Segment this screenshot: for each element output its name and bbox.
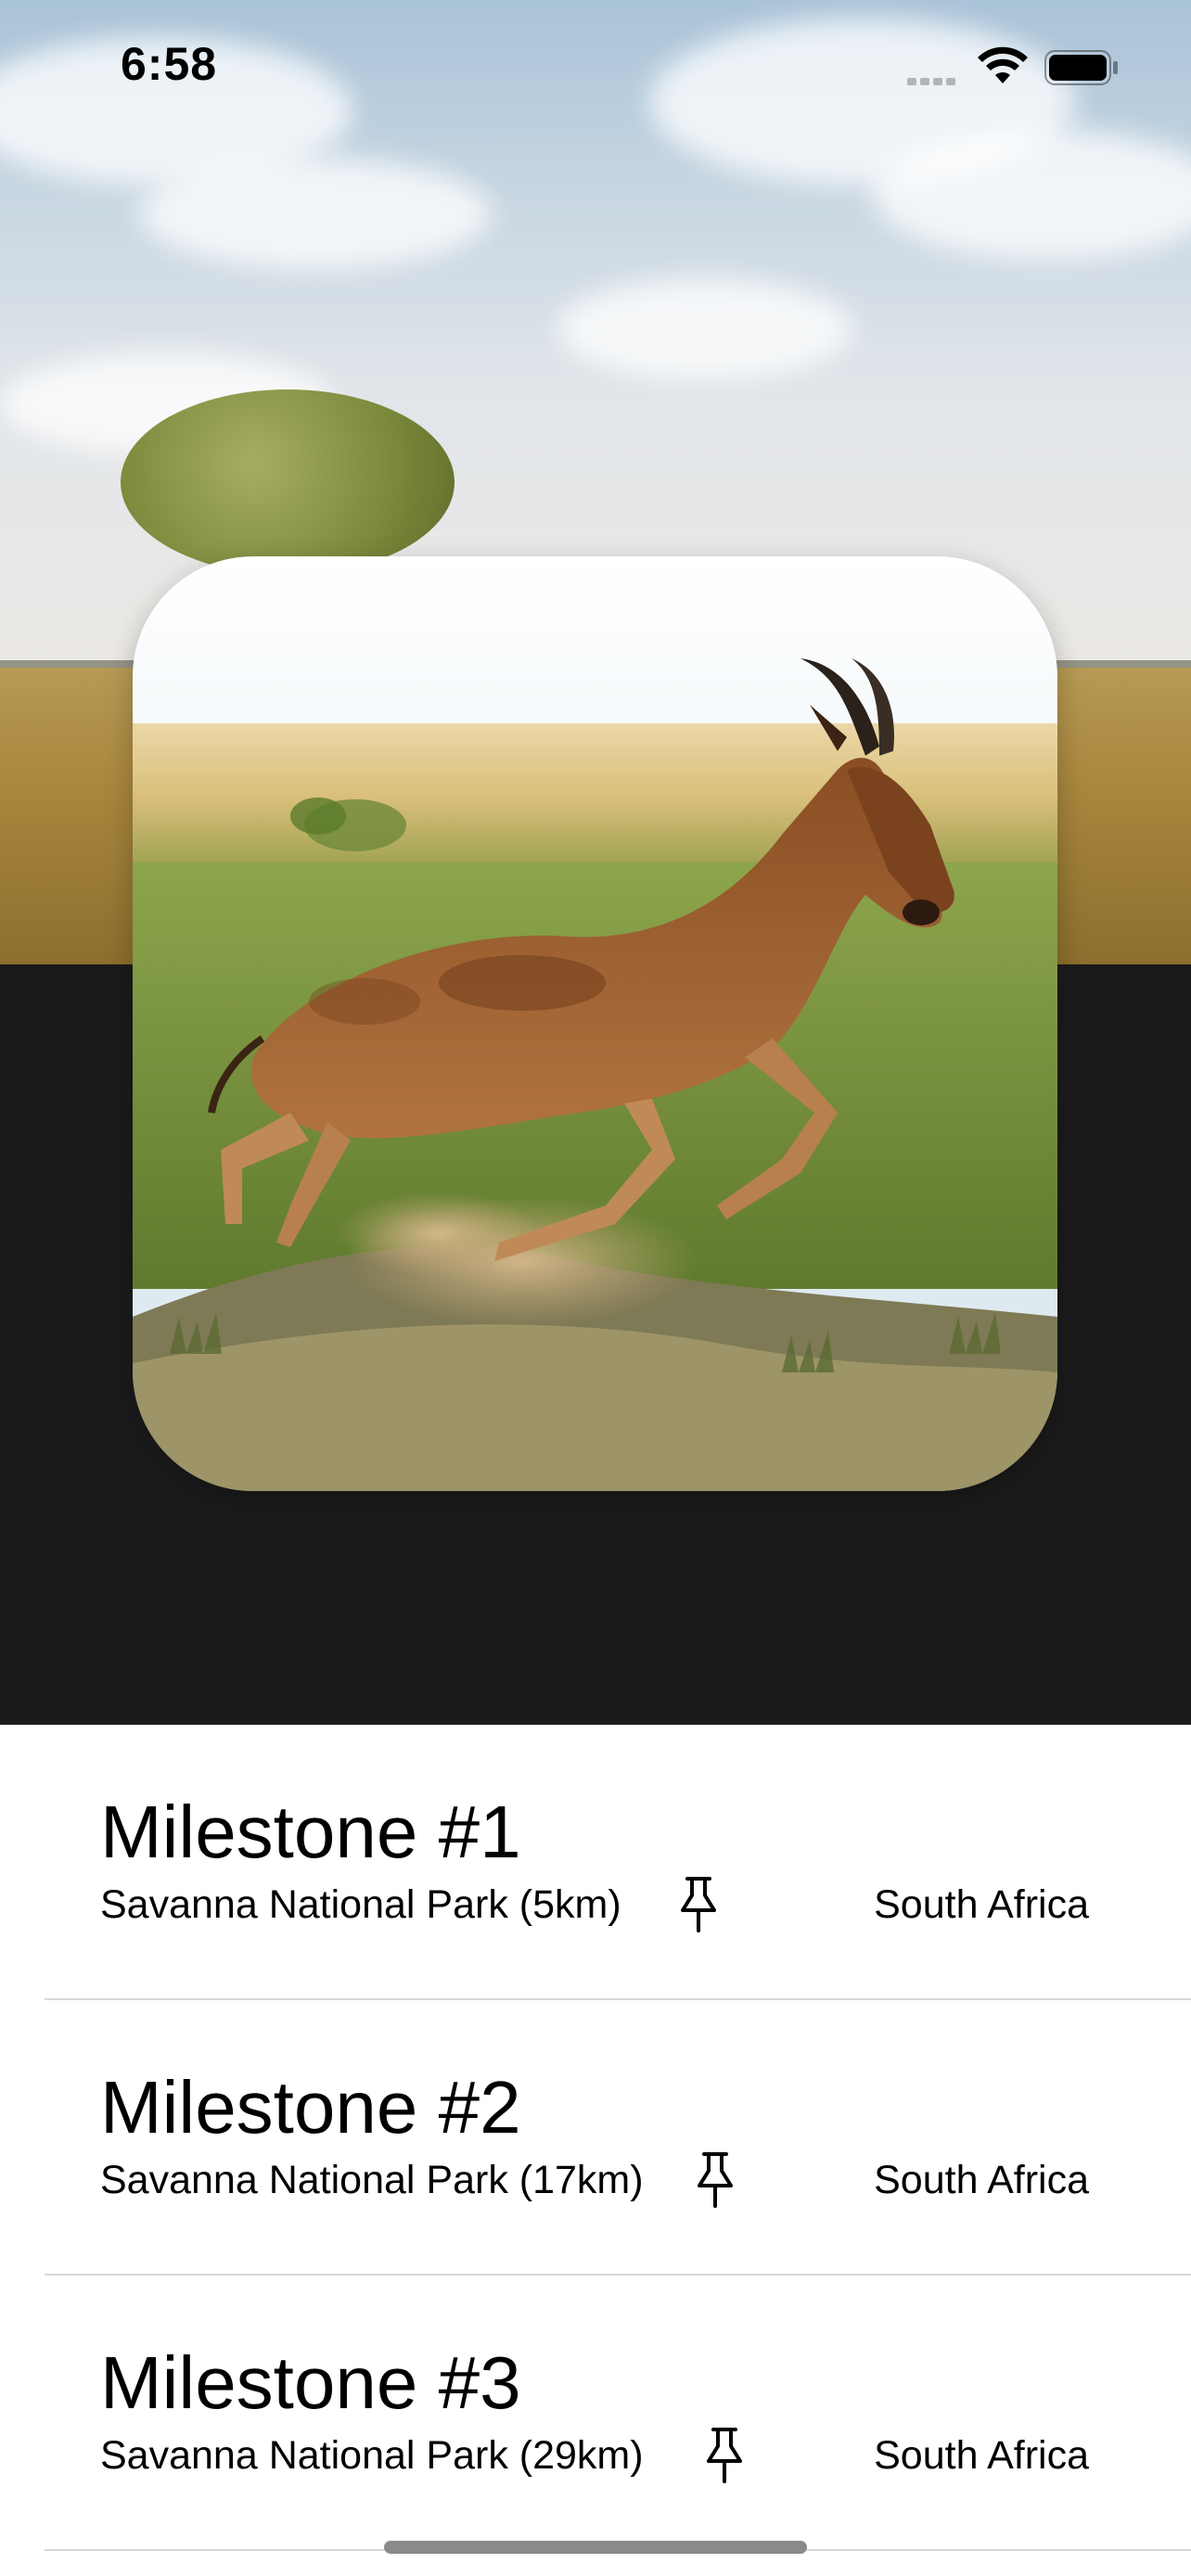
pin-icon[interactable]: [694, 2150, 736, 2208]
featured-image-card[interactable]: [133, 556, 1057, 1491]
milestone-row-2[interactable]: Milestone #2 Savanna National Park (17km…: [0, 2000, 1191, 2276]
milestone-title: Milestone #3: [100, 2341, 521, 2424]
milestone-country: South Africa: [874, 2433, 1089, 2478]
status-bar: 6:58: [0, 0, 1191, 130]
milestone-row-1[interactable]: Milestone #1 Savanna National Park (5km)…: [0, 1725, 1191, 2000]
milestones-screen: 6:58 Milestone #1 Savanna National Park …: [0, 0, 1191, 2576]
battery-full-icon: [1044, 50, 1118, 85]
cloud: [139, 158, 492, 269]
milestone-location: Savanna National Park (29km): [100, 2433, 644, 2478]
home-indicator[interactable]: [384, 2541, 807, 2554]
milestone-title: Milestone #2: [100, 2066, 521, 2149]
pin-icon[interactable]: [703, 2426, 746, 2483]
milestones-list: Milestone #1 Savanna National Park (5km)…: [0, 1725, 1191, 2576]
milestone-country: South Africa: [874, 2158, 1089, 2202]
cloud: [557, 278, 853, 380]
milestone-location: Savanna National Park (17km): [100, 2158, 644, 2202]
antelope-photo: [133, 556, 1057, 1491]
milestone-title: Milestone #1: [100, 1791, 521, 1873]
milestone-location: Savanna National Park (5km): [100, 1882, 621, 1927]
cellular-signal-icon: [907, 74, 965, 85]
tree-canopy: [121, 389, 455, 575]
milestone-country: South Africa: [874, 1882, 1089, 1927]
pin-icon[interactable]: [677, 1875, 720, 1932]
wifi-icon: [978, 46, 1028, 83]
status-time: 6:58: [121, 38, 218, 90]
milestone-row-3[interactable]: Milestone #3 Savanna National Park (29km…: [0, 2276, 1191, 2551]
